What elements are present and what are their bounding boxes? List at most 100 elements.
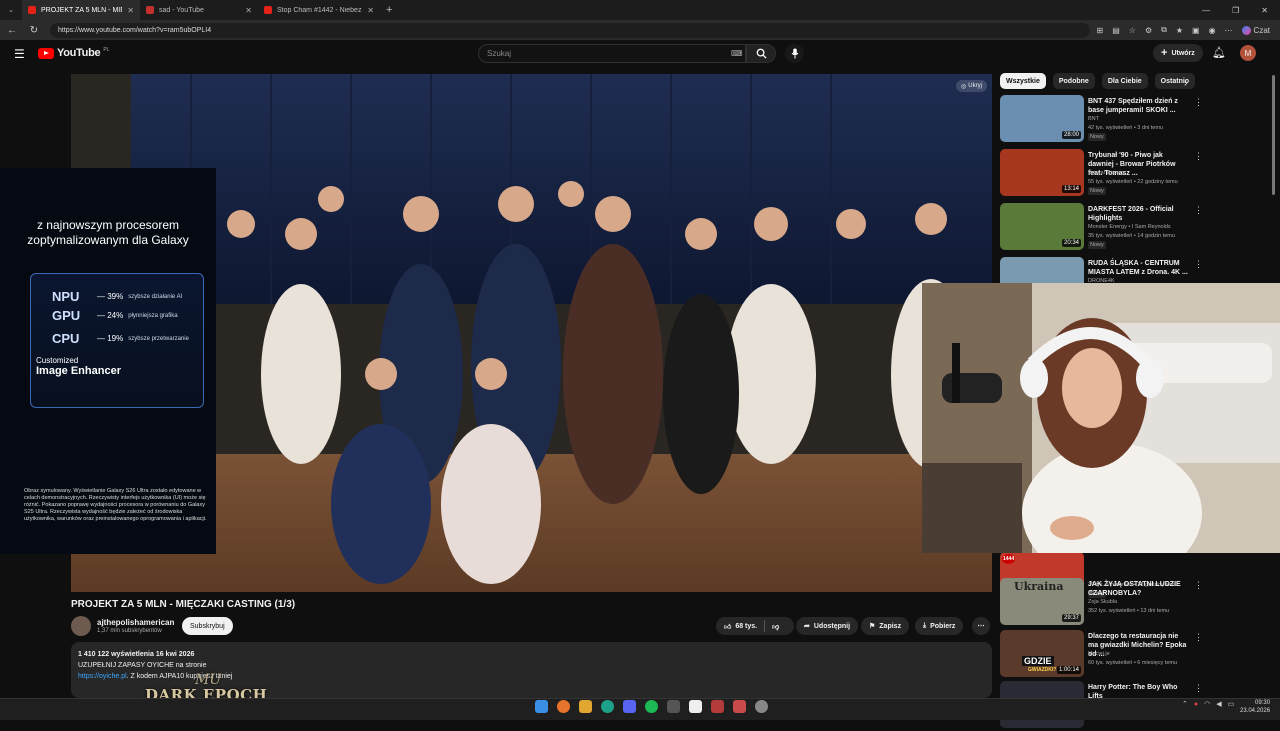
- video-thumbnail[interactable]: 13:14: [1000, 149, 1084, 196]
- discord-icon[interactable]: [623, 700, 636, 713]
- media-icon[interactable]: [733, 700, 746, 713]
- chevron-right-icon[interactable]: ›: [1184, 78, 1187, 89]
- rec-menu-icon[interactable]: ⋮: [1194, 259, 1203, 270]
- rec-channel[interactable]: Monster Energy • I Sam Reynolds: [1088, 224, 1171, 230]
- rec-title[interactable]: BNT 437 Spędziłem dzień z base jumperami…: [1088, 97, 1188, 115]
- minimize-icon[interactable]: —: [1202, 6, 1210, 15]
- more-icon[interactable]: ⋯: [1225, 26, 1233, 35]
- obs-icon[interactable]: [755, 700, 768, 713]
- chevron-up-icon[interactable]: ⌃: [1182, 700, 1188, 708]
- new-tab-button[interactable]: +: [380, 0, 398, 20]
- edge-icon[interactable]: [601, 700, 614, 713]
- clock[interactable]: 09:30 23.04.2026: [1240, 699, 1270, 715]
- firefox-icon[interactable]: [557, 700, 570, 713]
- youtube-logo[interactable]: YouTube PL: [38, 47, 109, 59]
- copilot-button[interactable]: Czat: [1241, 25, 1270, 35]
- share-button[interactable]: ➦ Udostępnij: [796, 617, 859, 635]
- hamburger-menu-icon[interactable]: ☰: [14, 47, 26, 61]
- recommendation-item[interactable]: 29:37 Ukraina JAK ŻYJĄ OSTATNI LUDZIE CZAR…: [1000, 578, 1270, 628]
- samsung-ad-overlay[interactable]: z najnowszym procesorem zoptymalizowanym…: [0, 168, 216, 554]
- ad-headline-line1: z najnowszym procesorem: [36, 218, 180, 232]
- favorite-icon[interactable]: ☆: [1129, 26, 1136, 35]
- rec-menu-icon[interactable]: ⋮: [1194, 580, 1203, 591]
- recommendation-item[interactable]: 20:34 DARKFEST 2026 - Official Highlights…: [1000, 203, 1270, 253]
- channel-name[interactable]: ajthepolishamerican: [97, 618, 174, 627]
- game-icon[interactable]: [711, 700, 724, 713]
- tab-close-icon[interactable]: ✕: [367, 6, 374, 15]
- rec-title[interactable]: RUDA ŚLĄSKA - CENTRUM MIASTA LATEM z Dro…: [1088, 259, 1188, 277]
- rec-channel[interactable]: BNT: [1088, 116, 1099, 122]
- video-thumbnail[interactable]: 1:00:14 GDZIE GWIAZDKI?: [1000, 630, 1084, 677]
- url-field[interactable]: https://www.youtube.com/watch?v=ram5ubOP…: [50, 22, 1090, 38]
- volume-icon[interactable]: ◀: [1216, 700, 1221, 708]
- rec-menu-icon[interactable]: ⋮: [1194, 151, 1203, 162]
- recommendation-item[interactable]: 1:00:14 GDZIE GWIAZDKI? Dlaczego ta restaur…: [1000, 630, 1270, 680]
- recommendation-item[interactable]: 13:14 Trybunał '90 - Piwo jak dawniej - B…: [1000, 149, 1270, 199]
- rec-menu-icon[interactable]: ⋮: [1194, 632, 1203, 643]
- rec-title[interactable]: JAK ŻYJĄ OSTATNI LUDZIE CZARNOBYLA?: [1088, 580, 1188, 598]
- reload-icon[interactable]: ↻: [28, 25, 40, 36]
- tab-close-icon[interactable]: ✕: [127, 6, 134, 15]
- maximize-icon[interactable]: ❐: [1232, 6, 1239, 15]
- scrollbar-thumb[interactable]: [1272, 75, 1275, 195]
- wifi-icon[interactable]: ◠: [1204, 700, 1210, 708]
- rec-title[interactable]: DARKFEST 2026 - Official Highlights: [1088, 205, 1188, 223]
- notes-icon[interactable]: [689, 700, 702, 713]
- voice-search-button[interactable]: [785, 44, 804, 63]
- chip-for-you[interactable]: Dla Ciebie: [1101, 73, 1148, 89]
- chip-recent[interactable]: Ostatnio: [1154, 73, 1196, 89]
- favorites-bar-icon[interactable]: ★: [1176, 26, 1183, 35]
- tab-label: PROJEKT ZA 5 MLN - MIĘCZAKI C: [41, 6, 122, 14]
- battery-icon[interactable]: ▭: [1228, 700, 1235, 708]
- like-count[interactable]: 68 tys.: [735, 623, 757, 630]
- create-button[interactable]: + Utwórz: [1153, 44, 1203, 62]
- channel-avatar[interactable]: [71, 616, 91, 636]
- thumbs-down-icon[interactable]: 👎︎: [772, 622, 779, 631]
- rec-menu-icon[interactable]: ⋮: [1194, 683, 1203, 694]
- ad-spec-cpu: CPU — 19% szybsze przetwarzanie: [52, 331, 189, 346]
- rec-menu-icon[interactable]: ⋮: [1194, 205, 1203, 216]
- wallet-icon[interactable]: ▣: [1192, 26, 1200, 35]
- download-icon: ⤓: [923, 622, 927, 629]
- video-thumbnail[interactable]: 29:37 Ukraina: [1000, 578, 1084, 625]
- search-input[interactable]: Szukaj: [478, 44, 746, 63]
- collections-icon[interactable]: ⧉: [1161, 25, 1167, 35]
- chip-related[interactable]: Podobne: [1052, 73, 1095, 89]
- file-explorer-icon[interactable]: [579, 700, 592, 713]
- video-thumbnail[interactable]: 20:34: [1000, 203, 1084, 250]
- new-badge: Nowy: [1088, 133, 1106, 141]
- rec-menu-icon[interactable]: ⋮: [1194, 97, 1203, 108]
- back-icon[interactable]: ←: [6, 25, 18, 36]
- close-window-icon[interactable]: ✕: [1261, 6, 1268, 15]
- tab-active[interactable]: PROJEKT ZA 5 MLN - MIĘCZAKI C ✕: [22, 0, 140, 20]
- rec-channel[interactable]: Maciej.je: [1088, 651, 1110, 657]
- spotify-icon[interactable]: [645, 700, 658, 713]
- profile-icon[interactable]: ◉: [1209, 26, 1216, 35]
- rec-channel[interactable]: Zoja Skubla: [1088, 599, 1117, 605]
- account-avatar[interactable]: M: [1240, 45, 1256, 61]
- reader-icon[interactable]: ▤: [1112, 26, 1120, 35]
- rec-channel[interactable]: Browar Kopyra: [1088, 170, 1124, 176]
- description-link[interactable]: https://oyiche.pl: [78, 673, 127, 680]
- tab-stop-cham[interactable]: Stop Cham #1442 - Niebezpieczn ✕: [258, 0, 380, 20]
- start-icon[interactable]: [535, 700, 548, 713]
- tab-sad[interactable]: sad - YouTube ✕: [140, 0, 258, 20]
- recommendation-item[interactable]: 28:00 BNT 437 Spędziłem dzień z base jump…: [1000, 95, 1270, 145]
- search-button[interactable]: [746, 44, 776, 63]
- keyboard-icon[interactable]: ⌨: [731, 49, 743, 58]
- translate-icon[interactable]: ⊞: [1097, 26, 1104, 35]
- extensions-icon[interactable]: ⚙: [1145, 26, 1152, 35]
- hide-ad-button[interactable]: ◎ Ukryj: [956, 80, 987, 92]
- microphone-tray-icon[interactable]: ●: [1194, 701, 1198, 708]
- notifications-bell-icon[interactable]: 🔔︎: [1212, 46, 1226, 59]
- tab-close-icon[interactable]: ✕: [245, 6, 252, 15]
- subscribe-button[interactable]: Subskrybuj: [182, 617, 233, 635]
- tab-list-button[interactable]: ⌄: [0, 0, 22, 20]
- video-thumbnail[interactable]: 28:00: [1000, 95, 1084, 142]
- chip-all[interactable]: Wszystkie: [1000, 73, 1046, 89]
- download-button[interactable]: ⤓ Pobierz: [915, 617, 964, 635]
- save-button[interactable]: ⚑ Zapisz: [861, 617, 910, 635]
- more-actions-icon[interactable]: ⋯: [972, 617, 990, 635]
- app-icon[interactable]: [667, 700, 680, 713]
- thumbs-up-icon[interactable]: 👍︎: [724, 622, 731, 631]
